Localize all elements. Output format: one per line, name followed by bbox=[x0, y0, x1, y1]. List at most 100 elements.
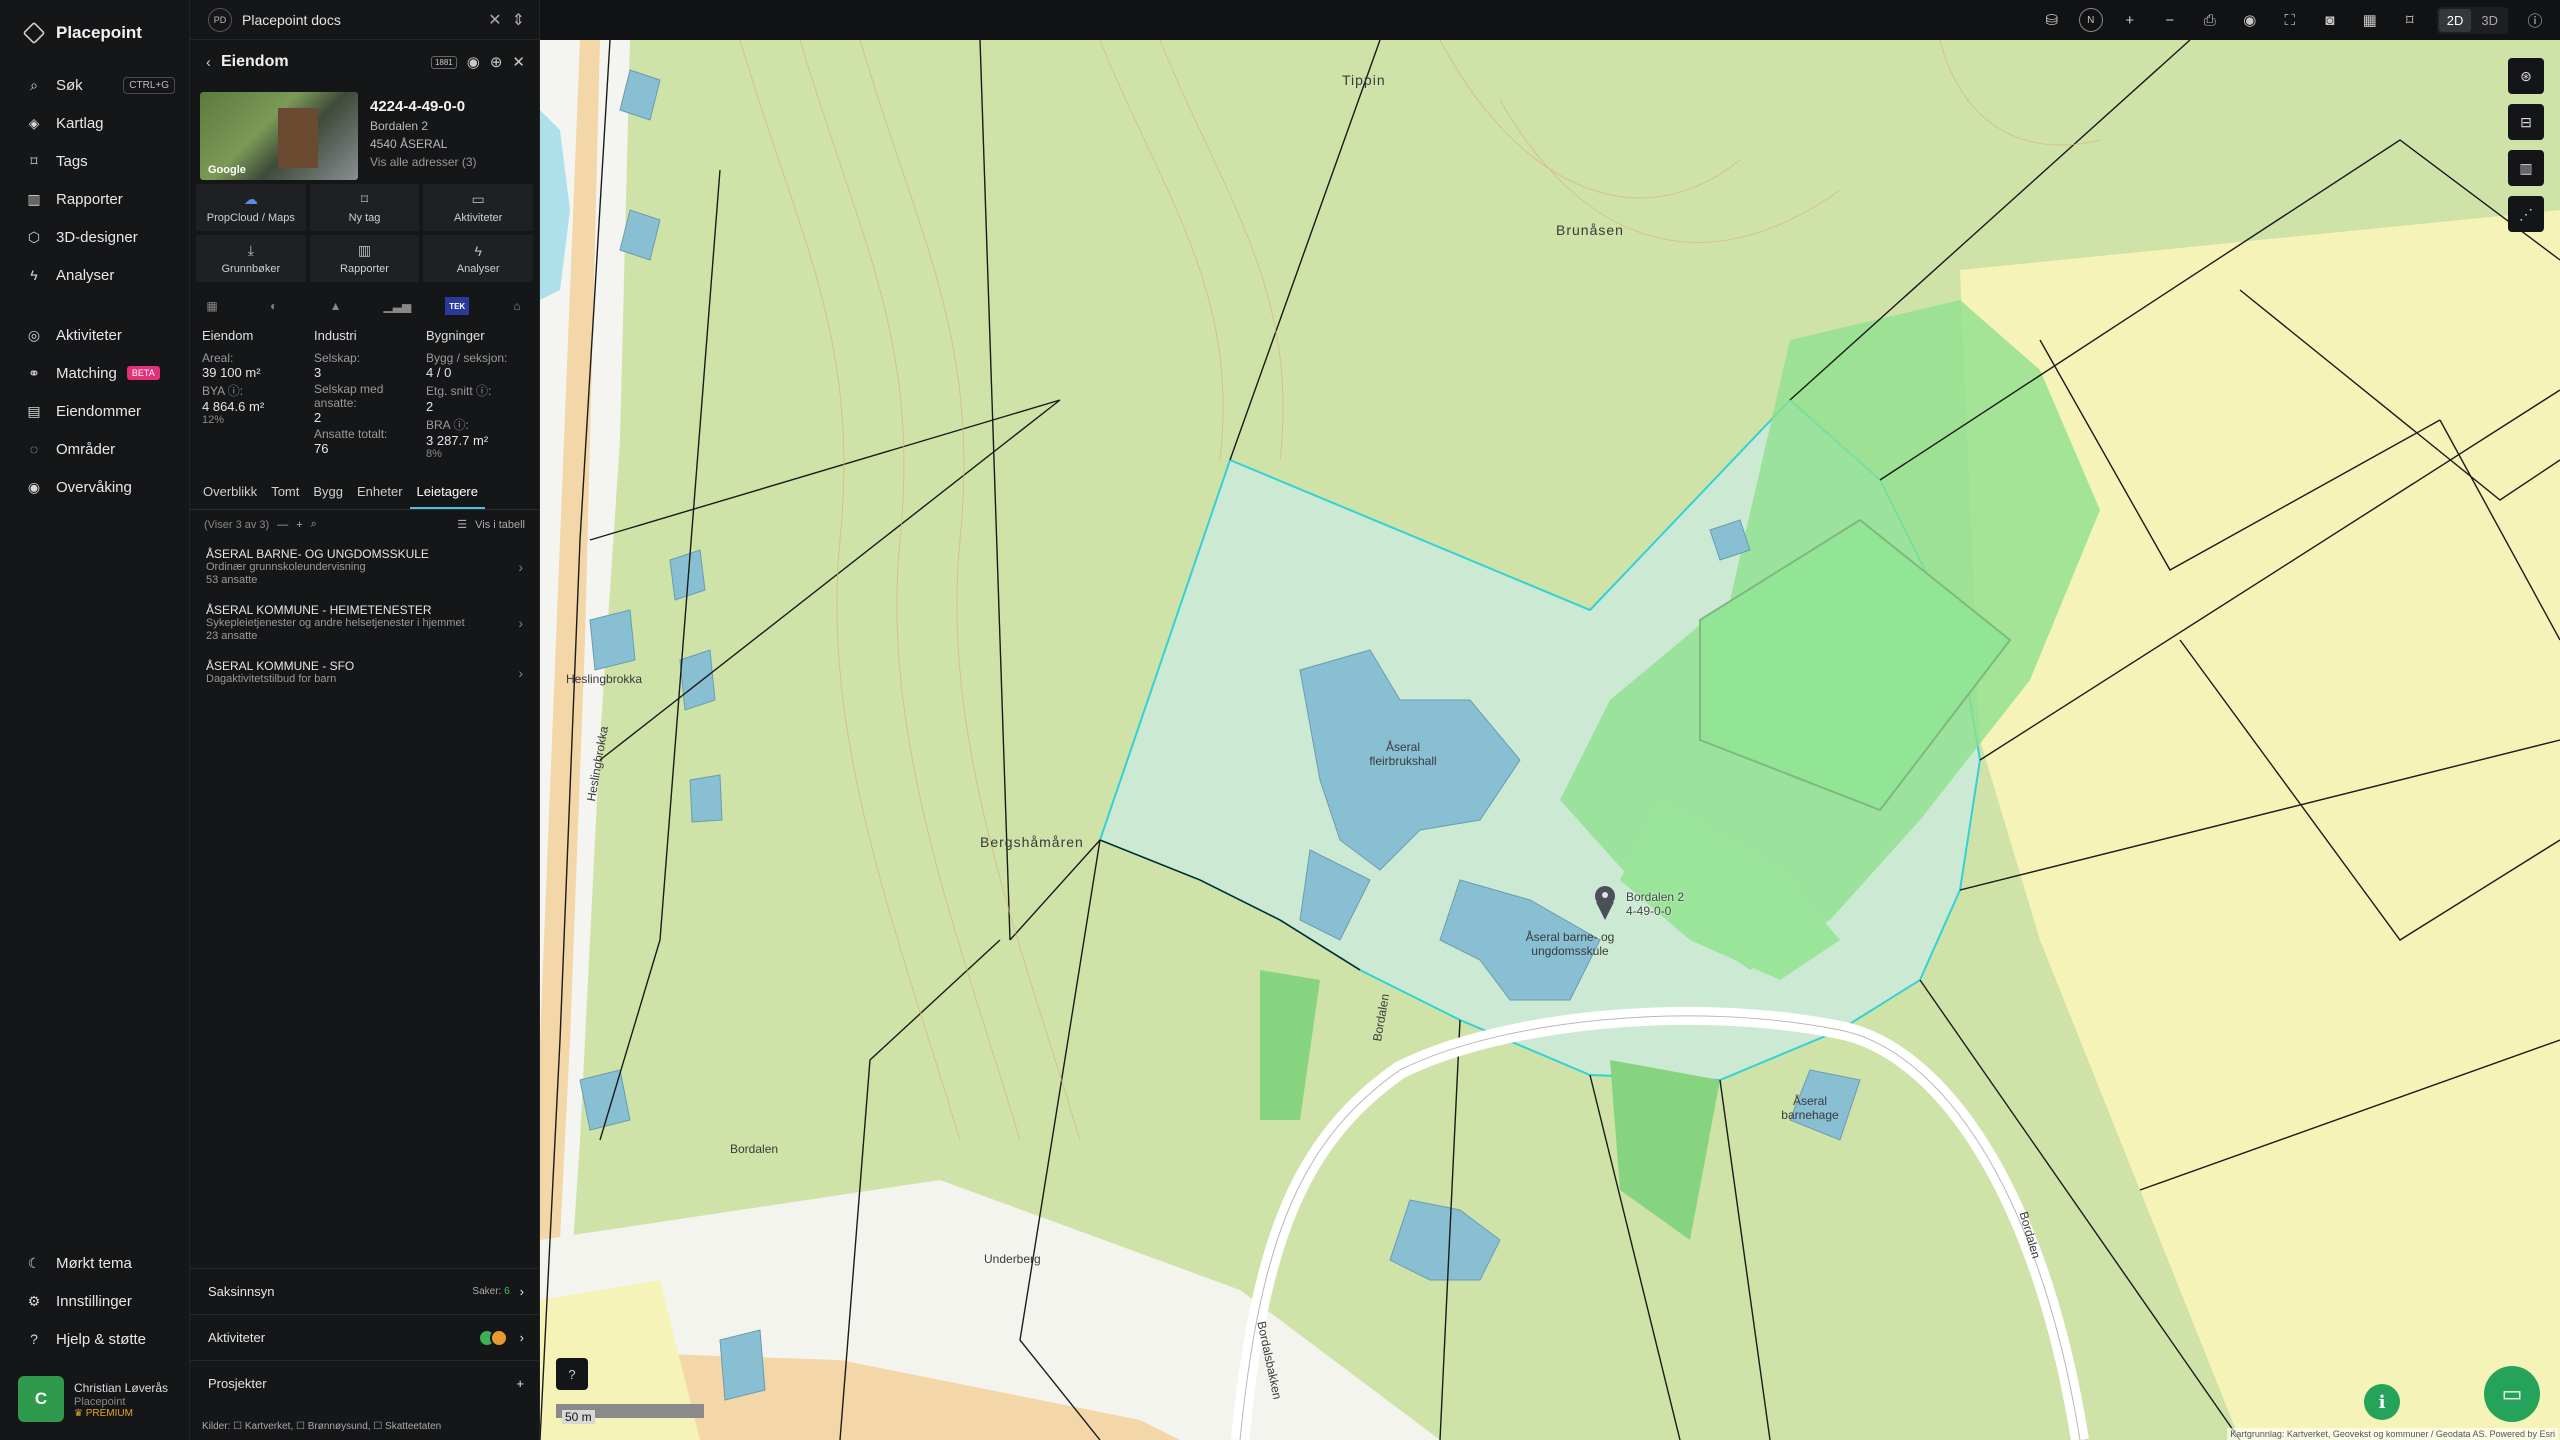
list-item[interactable]: ÅSERAL KOMMUNE - HEIMETENESTER Sykepleie… bbox=[190, 595, 539, 651]
map-label-brunasen: Brunåsen bbox=[1556, 222, 1624, 238]
nav-label: Områder bbox=[56, 440, 116, 458]
prosjekter-section[interactable]: Prosjekter + bbox=[190, 1360, 540, 1406]
nav-item-aktiviteter[interactable]: ◎ Aktiviteter bbox=[0, 316, 189, 354]
propcloud-button[interactable]: ☁ PropCloud / Maps bbox=[196, 184, 306, 231]
map-toolbar: ⛁ N + − ⎙ ◉ ⛶ ◙ ▦ ⌑ 2D 3D ⓘ bbox=[540, 0, 2560, 40]
close-icon[interactable]: ✕ bbox=[488, 10, 501, 30]
back-icon[interactable]: ‹ bbox=[206, 54, 211, 71]
stat-value: 3 287.7 m² bbox=[426, 433, 489, 448]
1881-icon[interactable]: 1881 bbox=[430, 55, 457, 69]
nav-item-overvaking[interactable]: ◉ Overvåking bbox=[0, 468, 189, 506]
nav-item-help[interactable]: ? Hjelp & støtte bbox=[0, 1320, 190, 1358]
tab-bygg[interactable]: Bygg bbox=[306, 476, 350, 509]
tek-icon[interactable]: TEK bbox=[445, 297, 470, 315]
eye-icon[interactable]: ◉ bbox=[2237, 7, 2263, 33]
view-3d-button[interactable]: 3D bbox=[2473, 9, 2506, 32]
more-icon[interactable]: ⌂ bbox=[503, 294, 531, 318]
view-2d-button[interactable]: 2D bbox=[2438, 8, 2472, 32]
map-label-fleirbrukshall: Åseral fleirbrukshall bbox=[1369, 740, 1437, 768]
zoom-in-icon[interactable]: + bbox=[2117, 7, 2143, 33]
chevron-right-icon: › bbox=[519, 1330, 524, 1345]
plus-icon[interactable]: + bbox=[296, 519, 302, 531]
tab-leietagere[interactable]: Leietagere bbox=[409, 476, 485, 509]
nav-label: Aktiviteter bbox=[56, 326, 122, 344]
saksinnsyn-section[interactable]: Saksinnsyn Saker: 6 › bbox=[190, 1268, 540, 1314]
map-help-button[interactable]: ? bbox=[556, 1358, 588, 1390]
nav-label: Matching bbox=[56, 364, 117, 382]
property-address: Bordalen 2 bbox=[370, 119, 429, 133]
chart-icon[interactable]: ▥ bbox=[2508, 150, 2544, 186]
nav-item-dark-theme[interactable]: ☾ Mørkt tema bbox=[0, 1244, 190, 1282]
layers-stack-icon[interactable]: ⛁ bbox=[2039, 7, 2065, 33]
nav-item-analyser[interactable]: ϟ Analyser bbox=[0, 256, 189, 294]
minus-icon[interactable]: — bbox=[277, 519, 288, 531]
compass-icon[interactable]: N bbox=[2078, 8, 2103, 32]
tab-tomt[interactable]: Tomt bbox=[264, 476, 306, 509]
zoom-out-icon[interactable]: − bbox=[2157, 7, 2183, 33]
tenant-name: ÅSERAL BARNE- OG UNGDOMSSKULE bbox=[206, 547, 429, 561]
print-icon[interactable]: ⎙ bbox=[2197, 7, 2223, 33]
buildings-icon[interactable]: ▲ bbox=[322, 294, 350, 318]
document-selector[interactable]: PD Placepoint docs ✕ ⇕ bbox=[190, 0, 539, 40]
building bbox=[679, 649, 716, 711]
close-panel-icon[interactable]: ✕ bbox=[512, 53, 525, 71]
bars-icon[interactable]: ▁▃▅ bbox=[383, 294, 412, 318]
sliders-icon[interactable]: ⋰ bbox=[2508, 196, 2544, 232]
eye-icon[interactable]: ◉ bbox=[467, 53, 480, 71]
avatar: C bbox=[18, 1376, 64, 1422]
plus-icon[interactable]: + bbox=[516, 1376, 524, 1391]
globe-icon[interactable]: ◐ bbox=[260, 294, 288, 318]
doc-badge: PD bbox=[208, 7, 232, 32]
search-icon[interactable]: ⌕ bbox=[311, 518, 317, 531]
nav-item-omrader[interactable]: ◌ Områder bbox=[0, 430, 189, 468]
chart-icon: ▥ bbox=[27, 190, 41, 207]
nav-label: Søk bbox=[56, 76, 83, 94]
nav-item-kartlag[interactable]: ◈ Kartlag bbox=[0, 104, 189, 142]
nav-item-3d-designer[interactable]: ⬡ 3D-designer bbox=[0, 218, 189, 256]
nav-item-tags[interactable]: ⌑ Tags bbox=[0, 142, 189, 180]
tenant-list: ÅSERAL BARNE- OG UNGDOMSSKULE Ordinær gr… bbox=[190, 539, 539, 694]
property-summary[interactable]: Google 4224-4-49-0-0 Bordalen 2 4540 ÅSE… bbox=[190, 84, 539, 180]
map-search-icon[interactable]: ⊛ bbox=[2508, 58, 2544, 94]
show-all-addresses-link[interactable]: Vis alle adresser (3) bbox=[370, 155, 477, 169]
tab-overblikk[interactable]: Overblikk bbox=[196, 476, 264, 509]
cloud-icon: ☁ bbox=[243, 191, 258, 207]
land-registry-button[interactable]: ⤓ Grunnbøker bbox=[196, 235, 306, 282]
nav-label: 3D-designer bbox=[56, 228, 138, 246]
camera-icon[interactable]: ◙ bbox=[2317, 7, 2343, 33]
chevron-updown-icon[interactable]: ⇕ bbox=[512, 10, 525, 30]
building bbox=[619, 209, 661, 261]
panel-header: ‹ Eiendom 1881 ◉ ⊕ ✕ bbox=[190, 40, 539, 84]
bookmark-icon[interactable]: ⌑ bbox=[2397, 7, 2423, 33]
list-item[interactable]: ÅSERAL KOMMUNE - SFO Dagaktivitetstilbud… bbox=[190, 651, 539, 694]
analyses-button[interactable]: ϟ Analyser bbox=[423, 235, 533, 282]
nav-label: Rapporter bbox=[56, 190, 123, 208]
measure-icon[interactable]: ⊟ bbox=[2508, 104, 2544, 140]
aktiviteter-section[interactable]: Aktiviteter › bbox=[190, 1314, 540, 1360]
reports-button[interactable]: ▥ Rapporter bbox=[309, 235, 420, 282]
info-icon[interactable]: ⓘ bbox=[2522, 7, 2548, 33]
nav-item-matching[interactable]: ⚭ Matching BETA bbox=[0, 354, 189, 392]
map-canvas[interactable]: Tippin Brunåsen Bergshåmåren Heslingbrok… bbox=[540, 40, 2560, 1440]
activities-button[interactable]: ▭ Aktiviteter bbox=[423, 184, 533, 231]
chat-button[interactable]: ▭ bbox=[2484, 1366, 2540, 1422]
brand[interactable]: Placepoint bbox=[0, 0, 189, 66]
street-view-photo[interactable]: Google bbox=[200, 92, 358, 180]
grid-icon[interactable]: ▦ bbox=[2357, 7, 2383, 33]
bolt-icon: ϟ bbox=[30, 267, 38, 283]
add-circle-icon[interactable]: ⊕ bbox=[490, 53, 503, 71]
tab-enheter[interactable]: Enheter bbox=[350, 476, 410, 509]
nav-item-settings[interactable]: ⚙ Innstillinger bbox=[0, 1282, 190, 1320]
nav-item-sok[interactable]: ⌕ Søk CTRL+G bbox=[0, 66, 189, 104]
list-item[interactable]: ÅSERAL BARNE- OG UNGDOMSSKULE Ordinær gr… bbox=[190, 539, 539, 595]
stat-label: Selskap: bbox=[314, 351, 361, 365]
user-card[interactable]: C Christian Løverås Placepoint ♛ PREMIUM bbox=[18, 1376, 180, 1422]
fullscreen-icon[interactable]: ⛶ bbox=[2277, 7, 2303, 33]
info-button[interactable]: i bbox=[2364, 1384, 2400, 1420]
new-tag-button[interactable]: ⌑ Ny tag bbox=[309, 184, 420, 231]
show-in-table-button[interactable]: Vis i tabell bbox=[475, 519, 525, 531]
nav-label: Innstillinger bbox=[56, 1292, 132, 1310]
nav-item-rapporter[interactable]: ▥ Rapporter bbox=[0, 180, 189, 218]
nav-item-eiendommer[interactable]: ▤ Eiendommer bbox=[0, 392, 189, 430]
matrikkel-icon[interactable]: ▦ bbox=[198, 294, 226, 318]
